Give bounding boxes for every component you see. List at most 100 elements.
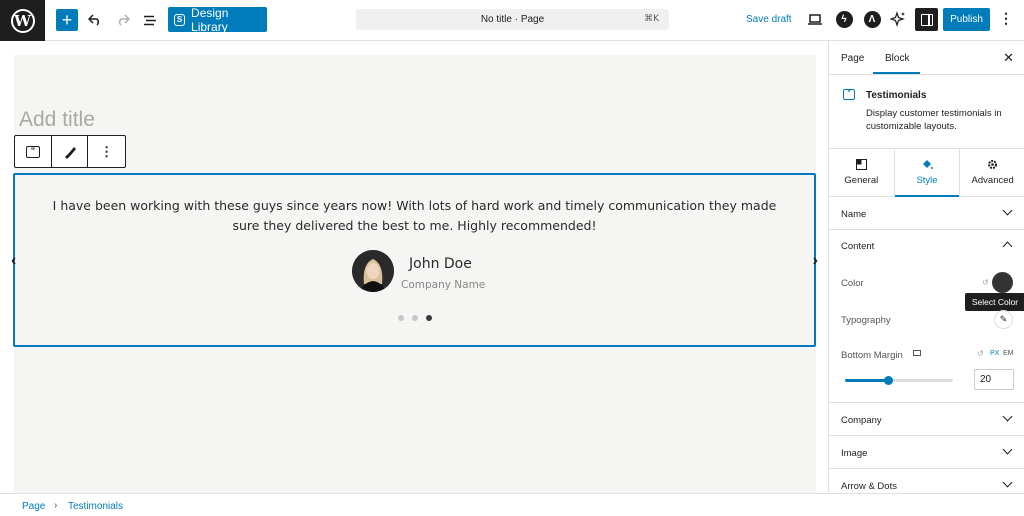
command-shortcut: ⌘K	[644, 14, 659, 24]
panel-name[interactable]: Name	[829, 197, 1024, 230]
bolt-icon: ϟ	[835, 10, 853, 28]
panel-content-label[interactable]: Content	[841, 241, 874, 252]
tab-style[interactable]: Style	[894, 149, 961, 197]
block-card: ” Testimonials Display customer testimon…	[829, 75, 1024, 149]
block-card-description: Display customer testimonials in customi…	[866, 108, 1002, 132]
color-reset-icon[interactable]: ↺	[982, 278, 989, 287]
vertical-ellipsis-icon: ⋮	[100, 143, 114, 159]
carousel-dot[interactable]	[398, 315, 404, 321]
carousel-dots	[398, 315, 432, 321]
bottom-margin-reset-icon[interactable]: ↺	[977, 349, 984, 358]
unit-px-button[interactable]: PX	[990, 350, 999, 357]
settings-sidebar: Page Block ✕ ” Testimonials Display cust…	[828, 41, 1024, 493]
close-icon[interactable]: ✕	[1003, 50, 1014, 66]
unit-em-button[interactable]: EM	[1003, 350, 1014, 357]
chevron-right-icon: ›	[54, 500, 58, 511]
panel-company[interactable]: Company	[829, 403, 1024, 436]
editor-top-toolbar: W + S Design Library No title · Page ⌘K …	[0, 0, 1024, 41]
color-label: Color	[841, 278, 864, 289]
testimonial-avatar	[352, 250, 394, 292]
preview-button[interactable]	[805, 9, 825, 29]
testimonial-block-icon: ”	[843, 89, 855, 100]
redo-button[interactable]	[114, 8, 132, 32]
desktop-preview-icon	[808, 13, 822, 25]
panel-image[interactable]: Image	[829, 436, 1024, 469]
bottom-margin-slider[interactable]	[845, 376, 953, 385]
block-breadcrumb: Page › Testimonials	[0, 493, 1024, 516]
gear-icon	[988, 160, 998, 169]
block-type-switcher[interactable]: ”	[15, 136, 52, 167]
undo-icon	[88, 14, 100, 26]
panel-arrow-dots[interactable]: Arrow & Dots	[829, 469, 1024, 493]
typography-label: Typography	[841, 315, 891, 326]
breadcrumb-testimonials[interactable]: Testimonials	[68, 501, 123, 512]
sidebar-toggle-icon	[920, 13, 933, 26]
breadcrumb-page[interactable]: Page	[22, 501, 45, 512]
panel-name-label: Name	[841, 209, 867, 220]
ai-sparkle-button[interactable]	[888, 9, 908, 29]
tab-general-label: General	[844, 175, 879, 186]
chevron-down-icon	[1002, 411, 1013, 422]
panel-content: Content Color ↺ Select Color Typography …	[829, 229, 1024, 403]
list-view-icon	[144, 15, 156, 25]
document-title: No title · Page	[480, 14, 545, 25]
avatar-photo	[352, 250, 394, 292]
post-title-placeholder[interactable]: Add title	[19, 108, 95, 132]
tab-page[interactable]: Page	[841, 53, 864, 64]
tab-general[interactable]: General	[829, 149, 895, 196]
bottom-margin-input[interactable]: 20	[974, 369, 1014, 390]
testimonial-block[interactable]: I have been working with these guys sinc…	[11, 173, 818, 347]
block-toolbar: ” ⋮	[14, 135, 126, 168]
plugin-a-button[interactable]: Λ	[862, 9, 882, 29]
tab-advanced-label: Advanced	[971, 175, 1014, 186]
stackable-bolt-button[interactable]: ϟ	[834, 9, 854, 29]
slider-fill	[845, 379, 889, 382]
layout-icon	[855, 159, 867, 170]
carousel-dot[interactable]	[412, 315, 418, 321]
stackable-icon: S	[174, 13, 186, 26]
settings-panel-toggle[interactable]	[915, 8, 938, 31]
testimonial-name[interactable]: John Doe	[409, 256, 472, 272]
typography-edit-button[interactable]: ✎	[994, 310, 1013, 329]
document-overview-button[interactable]	[141, 8, 159, 32]
carousel-dot-active[interactable]	[426, 315, 432, 321]
document-bar[interactable]: No title · Page ⌘K	[356, 9, 669, 30]
carousel-prev-arrow-icon[interactable]: ‹	[11, 252, 16, 270]
chevron-up-icon[interactable]	[1002, 241, 1013, 252]
block-style-button[interactable]	[52, 136, 89, 167]
active-tab-indicator	[873, 72, 920, 74]
sidebar-tabs: Page Block ✕	[829, 41, 1024, 75]
chevron-down-icon	[1002, 205, 1013, 216]
a-logo-icon: Λ	[863, 10, 881, 28]
panel-image-label: Image	[841, 448, 868, 459]
wordpress-logo-button[interactable]: W	[0, 0, 45, 41]
desktop-responsive-icon[interactable]	[913, 350, 921, 356]
panel-arrow-dots-label: Arrow & Dots	[841, 481, 897, 492]
bottom-margin-label: Bottom Margin	[841, 350, 903, 361]
add-block-button[interactable]: +	[56, 9, 78, 31]
testimonial-company[interactable]: Company Name	[401, 279, 485, 291]
panel-company-label: Company	[841, 415, 882, 426]
publish-button[interactable]: Publish	[943, 8, 990, 31]
block-card-title: Testimonials	[866, 90, 927, 101]
tab-block[interactable]: Block	[885, 53, 909, 64]
carousel-next-arrow-icon[interactable]: ›	[813, 252, 818, 270]
block-options-button[interactable]: ⋮	[88, 136, 125, 167]
paintbrush-icon	[64, 146, 76, 159]
options-more-icon[interactable]: ⋮	[999, 9, 1013, 29]
chevron-down-icon	[1002, 444, 1013, 455]
design-library-button[interactable]: S Design Library	[168, 5, 267, 34]
tab-advanced[interactable]: Advanced	[960, 149, 1024, 196]
undo-button[interactable]	[86, 8, 104, 32]
redo-icon	[118, 14, 130, 26]
testimonial-text[interactable]: I have been working with these guys sinc…	[45, 196, 784, 236]
design-library-label: Design Library	[191, 5, 229, 34]
slider-thumb[interactable]	[884, 376, 894, 385]
select-color-tooltip: Select Color	[965, 293, 1024, 311]
chevron-down-icon	[1002, 477, 1013, 488]
save-draft-button[interactable]: Save draft	[746, 14, 792, 25]
pencil-icon: ✎	[999, 314, 1008, 324]
color-picker-swatch[interactable]	[992, 272, 1013, 293]
wordpress-logo-icon: W	[10, 8, 35, 33]
paint-bucket-icon	[922, 160, 933, 169]
